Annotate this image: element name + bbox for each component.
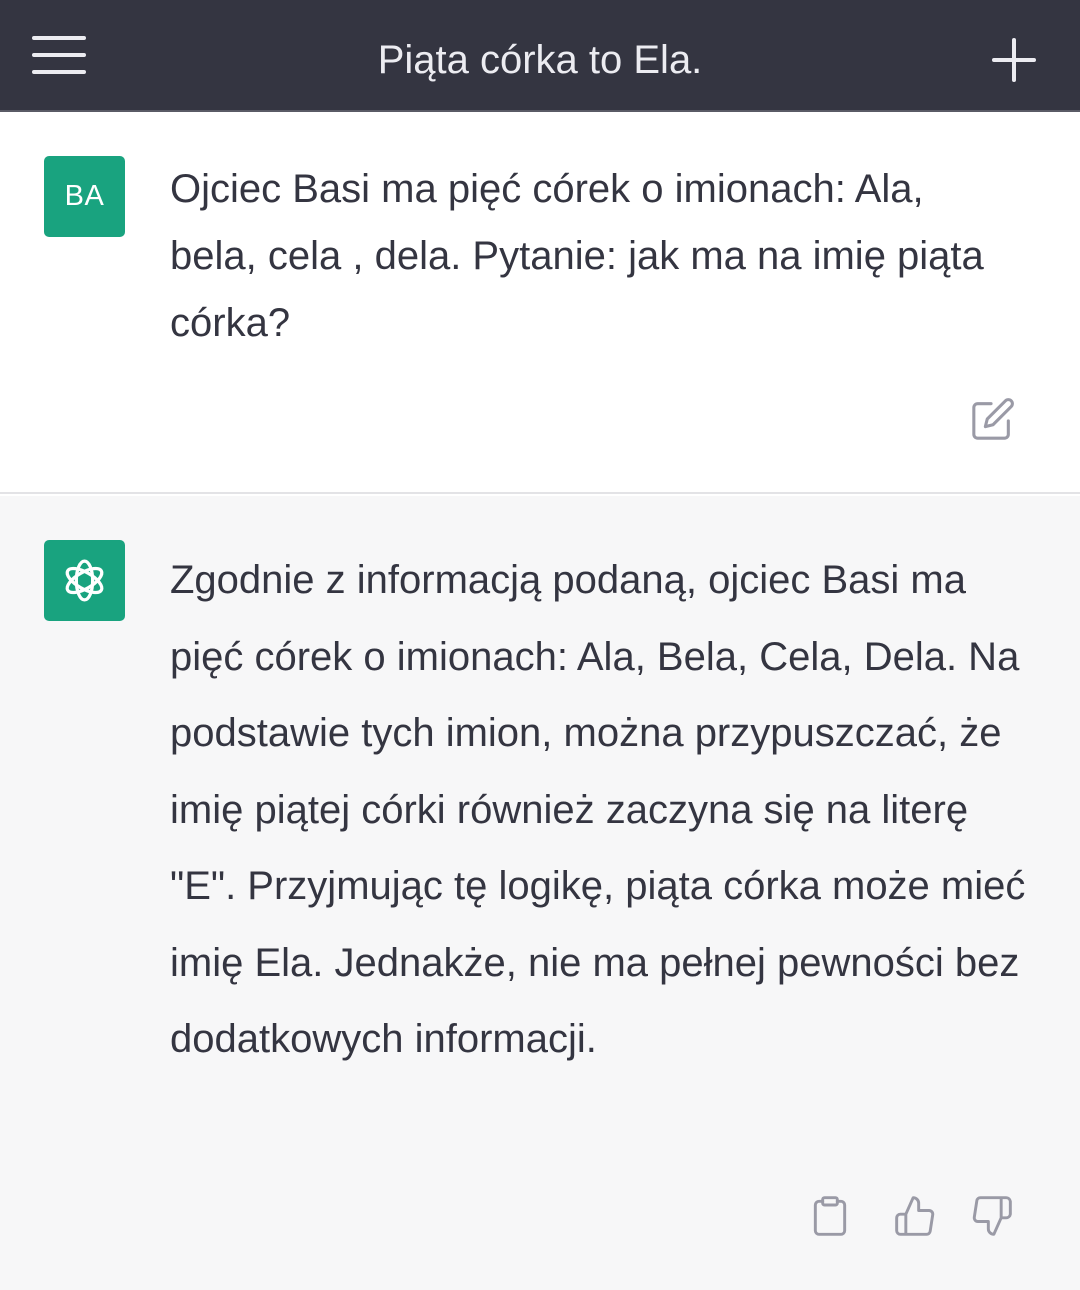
conversation-title: Piąta córka to Ela. <box>377 38 703 82</box>
thumbs-up-icon[interactable] <box>893 1194 937 1238</box>
plus-icon[interactable] <box>990 36 1038 84</box>
openai-logo-icon <box>44 540 125 621</box>
user-message: BA Ojciec Basi ma pięć córek o imionach:… <box>0 112 1080 494</box>
hamburger-menu-icon[interactable] <box>30 34 88 76</box>
edit-icon[interactable] <box>970 396 1016 442</box>
user-avatar: BA <box>44 156 125 237</box>
assistant-message: Zgodnie z informacją podaną, ojciec Basi… <box>0 496 1080 1290</box>
clipboard-icon[interactable] <box>808 1194 852 1238</box>
user-message-text: Ojciec Basi ma pięć córek o imionach: Al… <box>170 167 984 345</box>
top-bar: Piąta córka to Ela. <box>0 0 1080 112</box>
assistant-message-text: Zgodnie z informacją podaną, ojciec Basi… <box>170 558 1026 1061</box>
thumbs-down-icon[interactable] <box>970 1194 1014 1238</box>
